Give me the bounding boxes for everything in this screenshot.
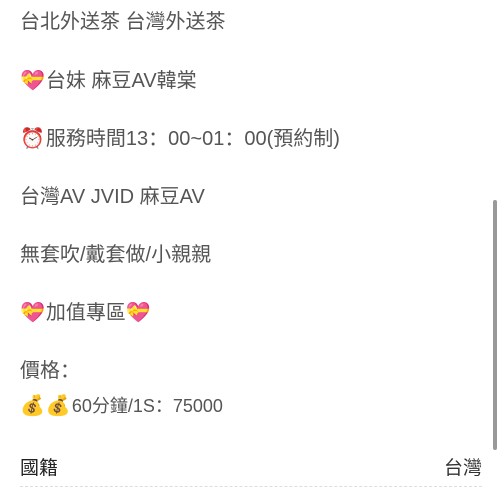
post-line-price-label: 價格： [20,357,80,385]
post-content: 台北外送茶 台灣外送茶 💝 台妹 麻豆AV韓棠 ⏰ 服務時間13：00~01：0… [20,0,485,500]
heart-gift-icon: 💝 [20,70,45,92]
detail-label: 國籍 [20,457,59,479]
detail-value: 台灣 [443,457,482,479]
post-line-text: 價格： [20,360,80,382]
post-line-text: 服務時間13：00~01：00(預約制) [45,128,340,150]
heart-gift-icon: 💝 [125,302,151,324]
post-line-text: 加值專區 [45,302,126,324]
heart-gift-icon: 💝 [20,302,45,324]
post-line-text: 無套吹/戴套做/小親親 [20,244,212,266]
alarm-clock-icon: ⏰ [20,128,45,150]
post-line-services: 無套吹/戴套做/小親親 [20,241,211,269]
post-line-text: 台妹 麻豆AV韓棠 [45,70,197,92]
post-line-text: 台灣AV JVID 麻豆AV [20,186,205,208]
post-line-hours: ⏰ 服務時間13：00~01：00(預約制) [20,125,340,153]
post-line-addon: 💝 加值專區 💝 [20,299,152,327]
divider [20,486,482,487]
scrollbar-thumb[interactable] [493,200,497,450]
post-line-text: 60分鐘/1S：75000 [71,396,223,416]
detail-row-nationality: 國籍 台灣 [20,452,482,480]
post-title-line: 台北外送茶 台灣外送茶 [20,8,226,36]
post-line-price: 💰 💰 60分鐘/1S：75000 [20,392,223,420]
scrollbar[interactable] [493,0,497,500]
money-bag-icon: 💰 [20,395,45,417]
post-line-model: 💝 台妹 麻豆AV韓棠 [20,67,197,95]
money-bag-icon: 💰 [45,395,71,417]
post-line-category: 台灣AV JVID 麻豆AV [20,183,205,211]
post-line-text: 台北外送茶 台灣外送茶 [20,11,226,33]
